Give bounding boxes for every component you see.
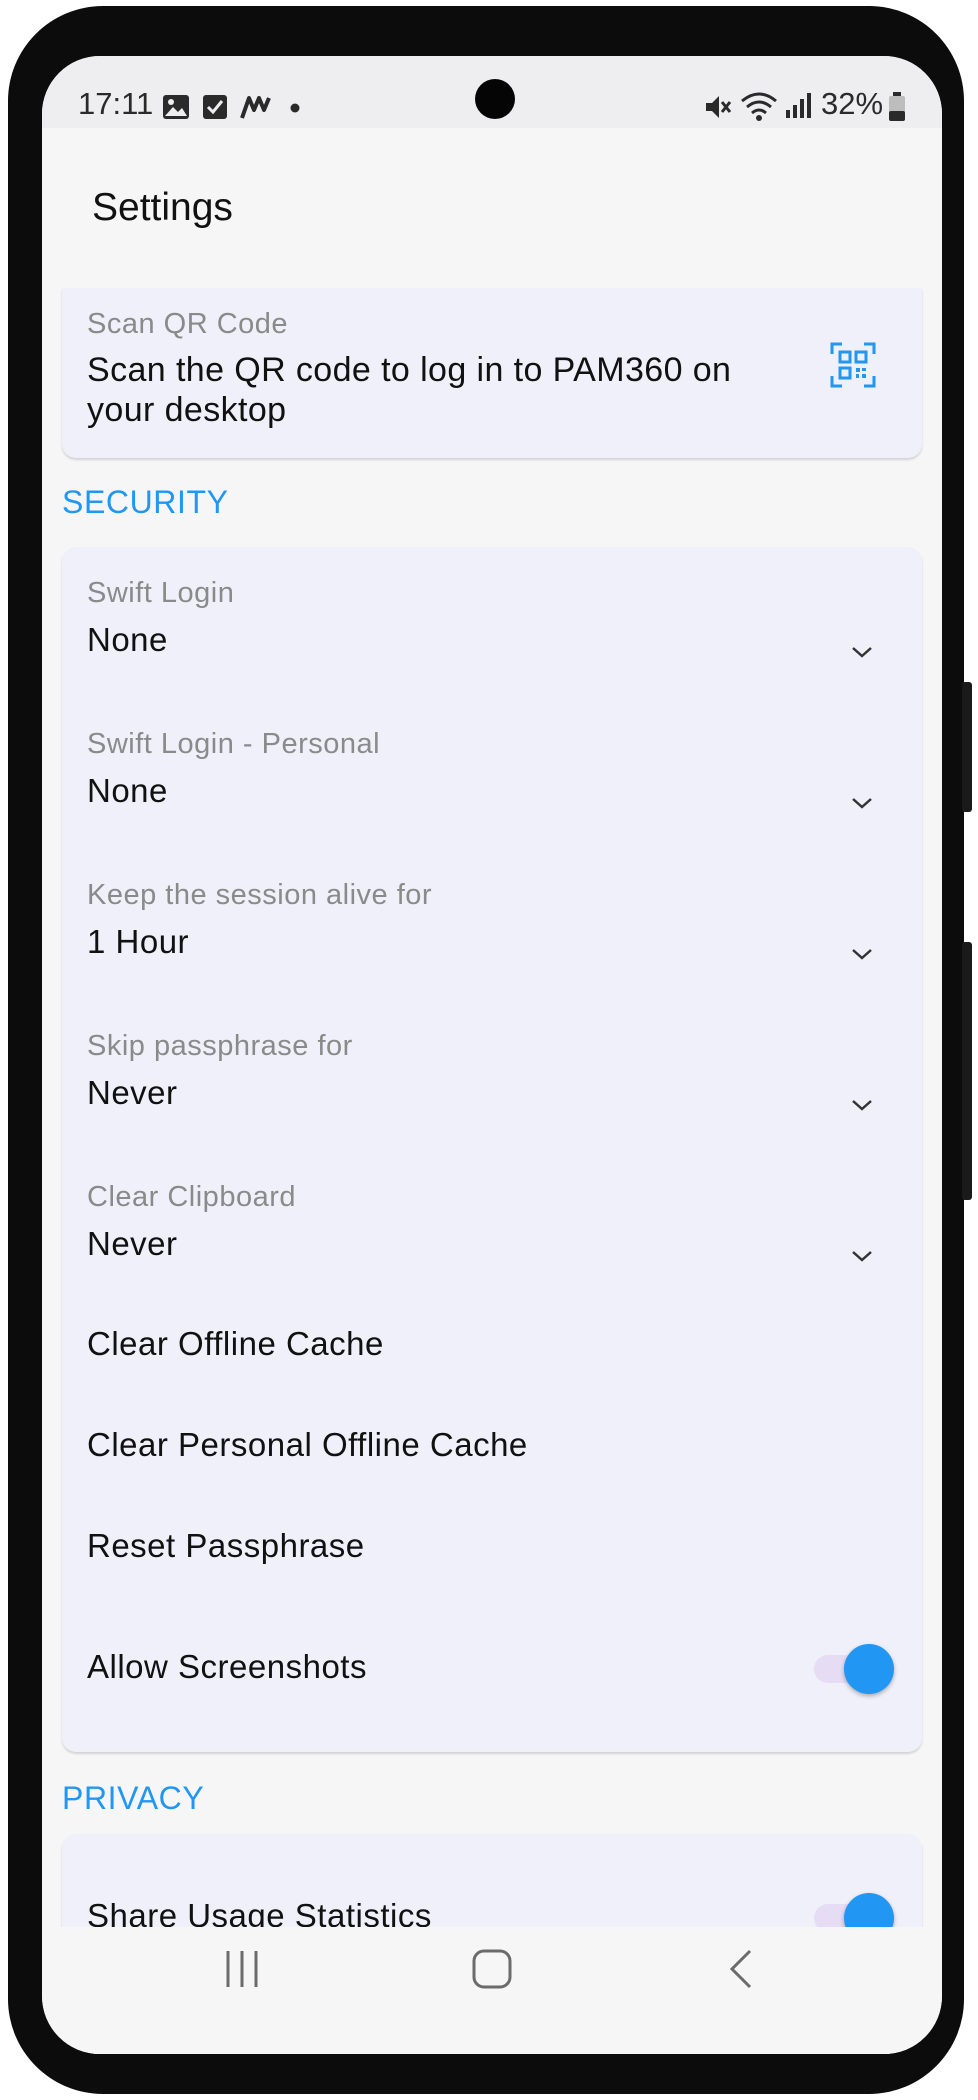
clear-offline-cache-button[interactable]: Clear Offline Cache: [87, 1325, 384, 1363]
scan-qr-label: Scan QR Code: [87, 308, 289, 340]
screen: 17:11 32% Settings Scan QR Code Scan the…: [42, 56, 942, 2054]
app-icon: [240, 96, 271, 119]
allow-screenshots-toggle[interactable]: [814, 1643, 894, 1694]
swift-login-personal-value: None: [87, 772, 168, 809]
power-button: [962, 942, 972, 1200]
home-icon[interactable]: [470, 1947, 514, 1991]
chevron-down-icon[interactable]: [850, 1098, 874, 1112]
toggle-thumb: [844, 1644, 894, 1694]
allow-screenshots-label: Allow Screenshots: [87, 1648, 367, 1685]
chevron-down-icon[interactable]: [850, 1249, 874, 1263]
security-card: Swift Login None Swift Login - Personal …: [62, 547, 922, 1752]
status-bar: 17:11 32%: [42, 56, 942, 128]
reset-passphrase-button[interactable]: Reset Passphrase: [87, 1527, 365, 1565]
session-alive-value: 1 Hour: [87, 923, 190, 960]
swift-login-value: None: [87, 621, 168, 658]
navigation-bar: [42, 1927, 942, 2054]
wifi-icon: [741, 92, 777, 121]
scan-qr-description: Scan the QR code to log in to PAM360 on …: [87, 351, 732, 429]
front-camera: [475, 79, 515, 119]
chevron-down-icon[interactable]: [850, 645, 874, 659]
swift-login-label: Swift Login: [87, 577, 235, 609]
chevron-down-icon[interactable]: [850, 796, 874, 810]
scan-qr-card[interactable]: Scan QR Code Scan the QR code to log in …: [62, 288, 922, 458]
back-icon[interactable]: [720, 1947, 764, 1991]
swift-login-personal-label: Swift Login - Personal: [87, 728, 381, 760]
gallery-icon: [163, 95, 189, 119]
privacy-section-header: PRIVACY: [62, 1780, 205, 1816]
volume-button: [962, 682, 972, 812]
clear-personal-offline-cache-button[interactable]: Clear Personal Offline Cache: [87, 1426, 528, 1464]
page-title: Settings: [92, 186, 233, 229]
qr-scan-icon[interactable]: [830, 342, 876, 388]
skip-passphrase-value: Never: [87, 1074, 178, 1111]
signal-icon: [786, 93, 811, 118]
phone-frame: 17:11 32% Settings Scan QR Code Scan the…: [8, 6, 972, 2094]
battery-percent: 32%: [821, 86, 884, 121]
status-time: 17:11: [78, 86, 154, 121]
battery-icon: [889, 92, 905, 121]
clear-clipboard-value: Never: [87, 1225, 178, 1262]
checkbox-icon: [203, 95, 227, 119]
mute-icon: [706, 96, 732, 118]
session-alive-label: Keep the session alive for: [87, 879, 433, 911]
clear-clipboard-label: Clear Clipboard: [87, 1181, 296, 1213]
chevron-down-icon[interactable]: [850, 947, 874, 961]
security-section-header: SECURITY: [62, 484, 229, 520]
recents-icon[interactable]: [220, 1947, 264, 1991]
skip-passphrase-label: Skip passphrase for: [87, 1030, 353, 1062]
dot-icon: [290, 103, 300, 113]
